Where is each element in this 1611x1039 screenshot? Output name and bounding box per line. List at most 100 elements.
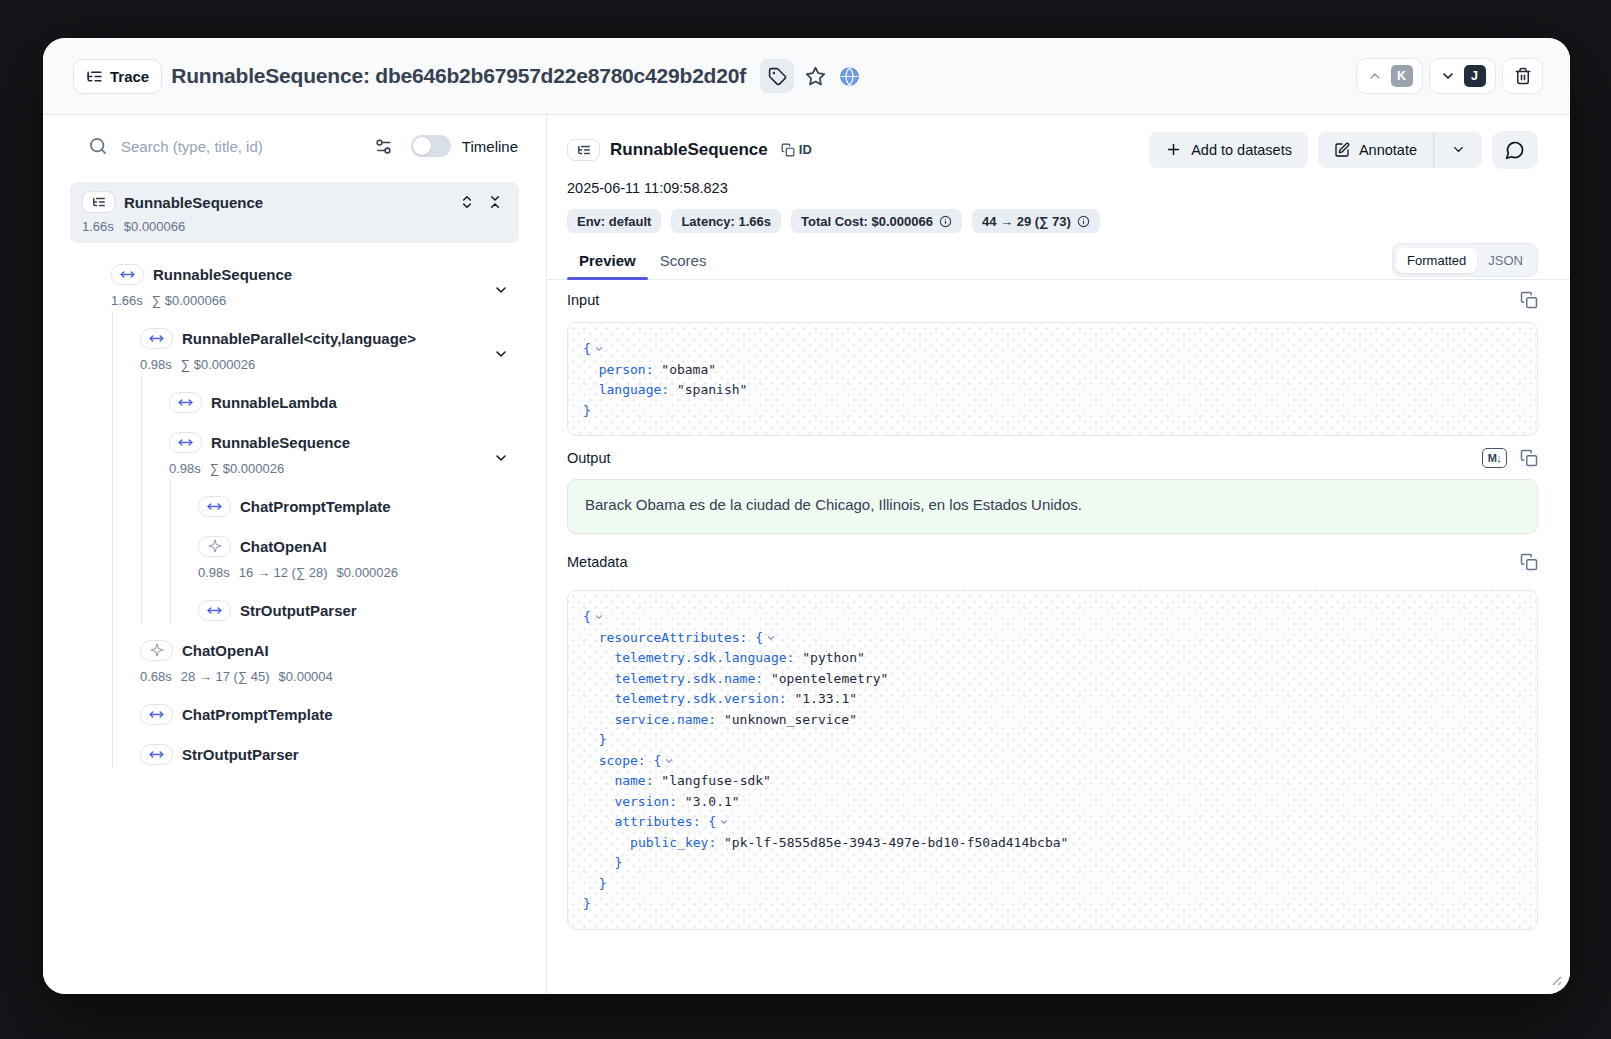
collapse-node-icon[interactable] bbox=[493, 346, 509, 362]
tree-item-runnablesequence[interactable]: RunnableSequence1.66s∑ $0.000066 bbox=[43, 248, 546, 312]
root-item-metrics: 1.66s$0.000066 bbox=[82, 219, 507, 234]
span-icon-badge bbox=[169, 432, 202, 453]
tag-button[interactable] bbox=[760, 59, 794, 93]
generation-icon-badge bbox=[198, 536, 231, 557]
span-icon-badge bbox=[140, 744, 173, 765]
tree-item-runnablelambda[interactable]: RunnableLambda bbox=[43, 376, 546, 416]
tree-item-label: StrOutputParser bbox=[182, 746, 299, 763]
output-section-header: Output M↓ bbox=[567, 448, 1538, 468]
span-icon-badge bbox=[140, 328, 173, 349]
toggle-knob bbox=[413, 137, 431, 155]
tree-item-metrics: 0.68s28 → 17 (∑ 45)$0.00004 bbox=[140, 664, 546, 688]
tree-root-item[interactable]: RunnableSequence 1.66s$0.000066 bbox=[70, 182, 519, 243]
add-to-datasets-button[interactable]: Add to datasets bbox=[1149, 132, 1308, 168]
format-toggle: FormattedJSON bbox=[1392, 243, 1538, 277]
badges-row: Env: defaultLatency: 1.66sTotal Cost: $0… bbox=[567, 209, 1538, 233]
timeline-toggle[interactable] bbox=[411, 135, 451, 157]
id-label: ID bbox=[799, 142, 812, 157]
tabbar: PreviewScores FormattedJSON bbox=[547, 239, 1570, 280]
json-line: } bbox=[583, 853, 1522, 874]
tree-item-chatprompttemplate[interactable]: ChatPromptTemplate bbox=[43, 480, 546, 520]
detail-panel: RunnableSequence ID Add to datasets Anno… bbox=[547, 115, 1570, 994]
trash-icon bbox=[1514, 67, 1532, 85]
tree-item-metrics: 1.66s∑ $0.000066 bbox=[111, 288, 546, 312]
tab-preview[interactable]: Preview bbox=[567, 239, 648, 279]
collapse-node-icon[interactable] bbox=[493, 450, 509, 466]
tree-item-chatprompttemplate[interactable]: ChatPromptTemplate bbox=[43, 688, 546, 728]
next-trace-button[interactable]: J bbox=[1429, 58, 1496, 94]
output-content: Barack Obama es de la ciudad de Chicago,… bbox=[567, 479, 1538, 534]
collapse-all-icon[interactable] bbox=[487, 194, 503, 210]
timeline-label: Timeline bbox=[462, 138, 518, 155]
json-line: name: "langfuse-sdk" bbox=[583, 771, 1522, 792]
tag-icon bbox=[768, 67, 787, 86]
input-section-header: Input bbox=[567, 290, 1538, 310]
detail-title: RunnableSequence bbox=[610, 140, 768, 160]
prev-trace-button[interactable]: K bbox=[1356, 58, 1423, 94]
span-icon-badge bbox=[140, 704, 173, 725]
markdown-toggle-button[interactable]: M↓ bbox=[1482, 448, 1507, 468]
span-icon-badge bbox=[169, 392, 202, 413]
format-option-json[interactable]: JSON bbox=[1477, 248, 1534, 273]
copy-output-button[interactable] bbox=[1520, 449, 1538, 467]
chevron-up-icon bbox=[1367, 68, 1383, 84]
info-icon[interactable] bbox=[939, 215, 952, 228]
tree-indent-guide bbox=[141, 584, 142, 624]
resize-handle[interactable] bbox=[1552, 976, 1562, 986]
shortcut-key-k: K bbox=[1391, 65, 1413, 87]
collapse-node-icon[interactable] bbox=[493, 282, 509, 298]
tree-item-runnablesequence[interactable]: RunnableSequence0.98s∑ $0.000026 bbox=[43, 416, 546, 480]
tree-indent-guide bbox=[141, 520, 142, 584]
collapse-json-icon[interactable] bbox=[594, 344, 604, 354]
annotate-button-group: Annotate bbox=[1318, 132, 1482, 168]
search-input[interactable] bbox=[121, 138, 311, 155]
json-line: version: "3.0.1" bbox=[583, 792, 1522, 813]
collapse-json-icon[interactable] bbox=[719, 817, 729, 827]
format-option-formatted[interactable]: Formatted bbox=[1396, 248, 1477, 273]
tab-scores[interactable]: Scores bbox=[648, 239, 719, 279]
tree-item-chatopenai[interactable]: ChatOpenAI0.98s16 → 12 (∑ 28)$0.000026 bbox=[43, 520, 546, 584]
tree-item-runnableparallelcitylanguage[interactable]: RunnableParallel<city,language>0.98s∑ $0… bbox=[43, 312, 546, 376]
copy-input-button[interactable] bbox=[1520, 291, 1538, 309]
comments-button[interactable] bbox=[1492, 131, 1538, 169]
filter-settings-icon[interactable] bbox=[374, 137, 393, 156]
comment-icon bbox=[1505, 140, 1525, 160]
json-line: resourceAttributes: { bbox=[583, 628, 1522, 649]
span-icon-badge bbox=[198, 600, 231, 621]
copy-metadata-button[interactable] bbox=[1520, 553, 1538, 571]
input-label: Input bbox=[567, 292, 599, 308]
tree-indent-guide bbox=[141, 416, 142, 480]
app-window: Trace RunnableSequence: dbe646b2b67957d2… bbox=[43, 38, 1570, 994]
tree-indent-guide bbox=[112, 416, 113, 480]
tree-item-stroutputparser[interactable]: StrOutputParser bbox=[43, 728, 546, 768]
annotate-button[interactable]: Annotate bbox=[1318, 142, 1433, 158]
tree-item-stroutputparser[interactable]: StrOutputParser bbox=[43, 584, 546, 624]
json-line: } bbox=[583, 401, 1522, 422]
json-line: telemetry.sdk.name: "opentelemetry" bbox=[583, 669, 1522, 690]
observation-type-icon bbox=[567, 139, 600, 161]
tree-indent-guide bbox=[112, 520, 113, 584]
json-line: telemetry.sdk.language: "python" bbox=[583, 648, 1522, 669]
list-tree-icon bbox=[86, 68, 103, 85]
tree-indent-guide bbox=[170, 520, 171, 584]
collapse-json-icon[interactable] bbox=[664, 756, 674, 766]
tree-indent-guide bbox=[112, 624, 113, 688]
copy-id-button[interactable]: ID bbox=[781, 142, 812, 157]
info-icon[interactable] bbox=[1077, 215, 1090, 228]
collapse-json-icon[interactable] bbox=[766, 633, 776, 643]
span-icon-badge bbox=[198, 496, 231, 517]
globe-icon bbox=[839, 66, 860, 87]
annotate-dropdown-button[interactable] bbox=[1434, 142, 1482, 157]
metric-badge: Latency: 1.66s bbox=[671, 209, 781, 233]
root-item-label: RunnableSequence bbox=[124, 194, 263, 211]
json-line: language: "spanish" bbox=[583, 380, 1522, 401]
star-button[interactable] bbox=[802, 63, 828, 89]
public-globe-button[interactable] bbox=[836, 63, 862, 89]
expand-all-icon[interactable] bbox=[459, 194, 475, 210]
collapse-json-icon[interactable] bbox=[594, 612, 604, 622]
trace-icon-badge bbox=[82, 191, 115, 213]
delete-trace-button[interactable] bbox=[1502, 58, 1543, 94]
tree-item-label: StrOutputParser bbox=[240, 602, 357, 619]
root-metric: $0.000066 bbox=[124, 219, 185, 234]
tree-item-chatopenai[interactable]: ChatOpenAI0.68s28 → 17 (∑ 45)$0.00004 bbox=[43, 624, 546, 688]
